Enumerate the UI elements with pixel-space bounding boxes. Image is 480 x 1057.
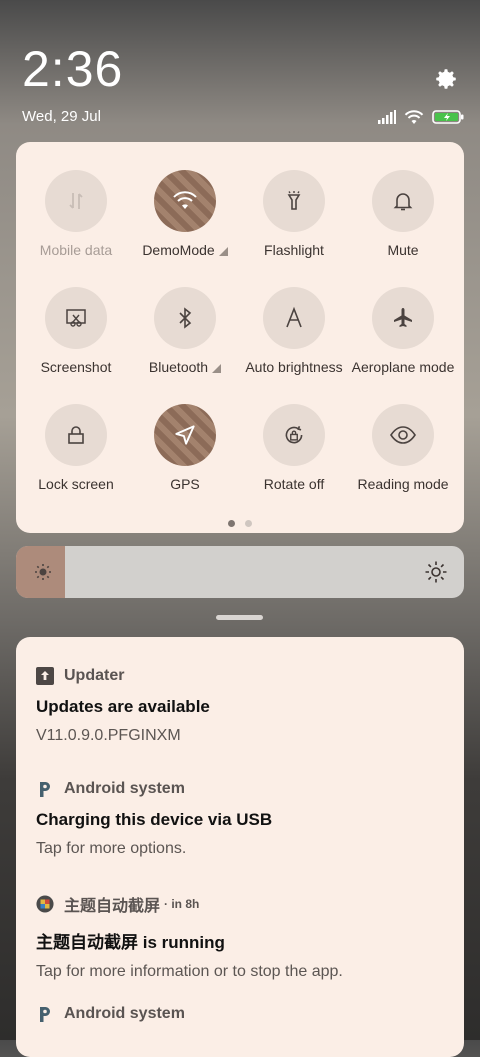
notification-title: Updates are available <box>36 697 210 716</box>
theme-screenshot-app-icon <box>36 895 54 913</box>
brightness-slider[interactable] <box>16 546 464 598</box>
notification-android-system[interactable]: Android system Charging this device via … <box>36 780 456 858</box>
tile-lock-screen-button[interactable] <box>45 404 107 466</box>
tile-auto-brightness-button[interactable] <box>263 287 325 349</box>
notification-android-system[interactable]: Android system <box>36 1005 456 1035</box>
tile-reading-mode-button[interactable] <box>372 404 434 466</box>
notification-title: Charging this device via USB <box>36 810 273 829</box>
tile-aeroplane[interactable]: Aeroplane mode <box>348 287 458 375</box>
notification-app-name: 主题自动截屏 <box>64 898 161 915</box>
tile-demomode[interactable]: DemoMode <box>130 170 240 258</box>
tile-mute-button[interactable] <box>372 170 434 232</box>
tile-label: Flashlight <box>264 242 324 258</box>
aeroplane-icon <box>394 308 412 327</box>
tile-aeroplane-button[interactable] <box>372 287 434 349</box>
tile-bluetooth-button[interactable] <box>154 287 216 349</box>
notification-screenshot-app[interactable]: 主题自动截屏 · in 8h 主题自动截屏 is running Tap for… <box>36 892 456 981</box>
tile-gps[interactable]: GPS <box>130 404 240 492</box>
bell-icon <box>393 193 413 211</box>
notification-panel: Updater Updates are available V11.0.9.0.… <box>16 637 464 1057</box>
tile-label: Rotate off <box>263 476 325 492</box>
auto-brightness-icon <box>286 306 302 328</box>
tile-screenshot[interactable]: Screenshot <box>21 287 131 375</box>
tile-label: Mute <box>387 242 419 258</box>
tile-label: GPS <box>170 476 200 492</box>
gps-icon <box>175 425 195 445</box>
tile-label: Aeroplane mode <box>351 359 455 375</box>
notification-time: · in 8h <box>164 897 200 911</box>
tile-rotate-button[interactable] <box>263 404 325 466</box>
notification-app-name: Android system <box>64 1005 185 1022</box>
brightness-low-icon <box>35 564 51 580</box>
tile-reading-mode[interactable]: Reading mode <box>348 404 458 492</box>
notification-body: V11.0.9.0.PFGINXM <box>36 727 181 744</box>
android-system-icon <box>36 780 54 798</box>
tile-gps-button[interactable] <box>154 404 216 466</box>
notification-app-name: Updater <box>64 667 125 684</box>
android-system-icon <box>36 1005 54 1023</box>
signal-icon <box>378 110 396 124</box>
page-dot-active <box>228 520 235 527</box>
tile-label: Screenshot <box>40 359 112 375</box>
tile-label: Lock screen <box>38 476 114 492</box>
rotate-lock-icon <box>285 426 303 444</box>
tile-demomode-button[interactable] <box>154 170 216 232</box>
flashlight-icon <box>287 191 301 210</box>
notification-body: Tap for more options. <box>36 840 187 857</box>
tile-label: Mobile data <box>39 242 113 258</box>
wifi-icon <box>173 191 197 209</box>
clock[interactable]: 2:36 <box>22 40 123 98</box>
page-indicator <box>228 520 252 527</box>
eye-icon <box>390 426 416 444</box>
tile-mute[interactable]: Mute <box>348 170 458 258</box>
tile-screenshot-button[interactable] <box>45 287 107 349</box>
tile-label: Reading mode <box>357 476 449 492</box>
tile-bluetooth[interactable]: Bluetooth <box>130 287 240 375</box>
tile-mobile-data-button[interactable] <box>45 170 107 232</box>
tile-label: DemoMode <box>142 242 215 258</box>
system-status-icons <box>378 108 464 126</box>
tile-auto-brightness[interactable]: Auto brightness <box>239 287 349 375</box>
notification-app-name: Android system <box>64 780 185 797</box>
notification-title: 主题自动截屏 is running <box>36 933 225 952</box>
notification-updater[interactable]: Updater Updates are available V11.0.9.0.… <box>36 667 456 745</box>
tile-lock-screen[interactable]: Lock screen <box>21 404 131 492</box>
tile-rotate[interactable]: Rotate off <box>239 404 349 492</box>
bluetooth-icon <box>179 307 192 329</box>
screenshot-icon <box>66 309 86 327</box>
brightness-high-icon <box>425 561 447 583</box>
page-dot <box>245 520 252 527</box>
drag-handle[interactable] <box>216 615 263 620</box>
lock-icon <box>68 426 84 444</box>
tile-label: Auto brightness <box>245 359 343 375</box>
updater-icon <box>36 667 54 685</box>
notification-body: Tap for more information or to stop the … <box>36 963 343 980</box>
settings-gear-icon[interactable] <box>433 66 459 92</box>
tile-flashlight-button[interactable] <box>263 170 325 232</box>
tile-label: Bluetooth <box>148 359 209 375</box>
date[interactable]: Wed, 29 Jul <box>22 108 101 125</box>
expand-arrow-icon[interactable] <box>212 363 222 373</box>
wifi-icon <box>404 110 424 124</box>
tile-flashlight[interactable]: Flashlight <box>239 170 349 258</box>
battery-charging-icon <box>432 110 464 124</box>
tile-mobile-data[interactable]: Mobile data <box>21 170 131 258</box>
expand-arrow-icon[interactable] <box>218 246 228 256</box>
mobile-data-icon <box>69 193 83 209</box>
